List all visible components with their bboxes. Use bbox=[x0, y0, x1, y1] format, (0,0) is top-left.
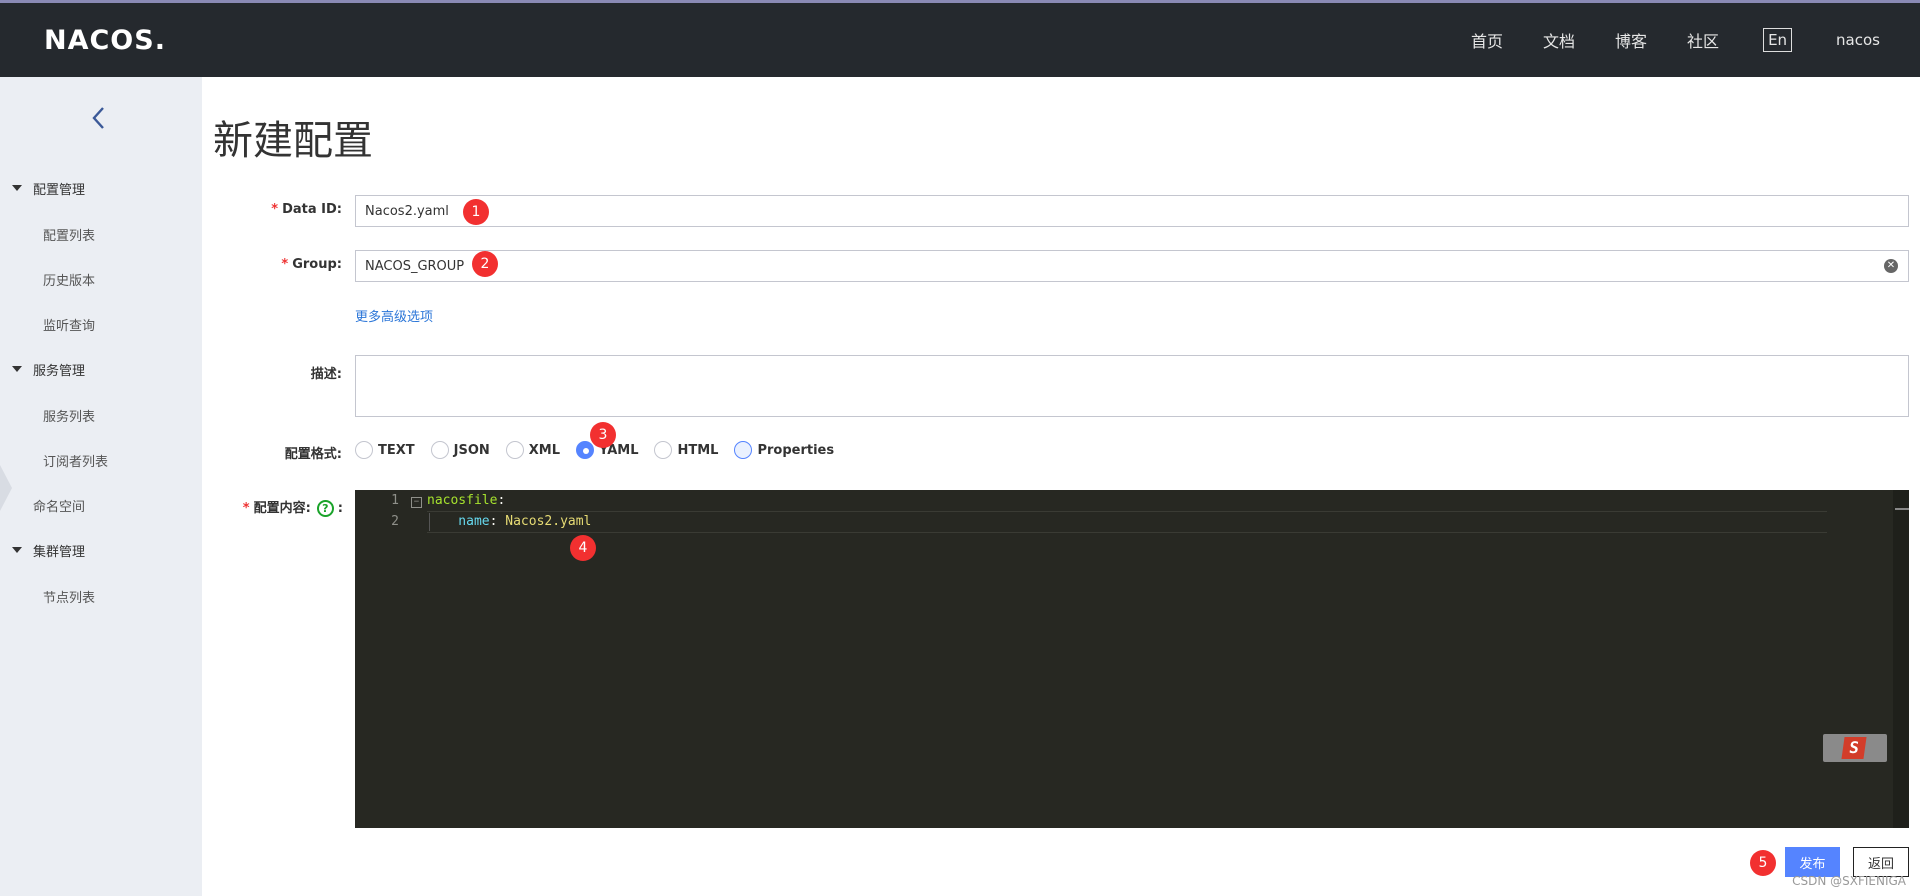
format-radio-json[interactable]: JSON bbox=[430, 441, 490, 459]
help-icon[interactable]: ? bbox=[316, 500, 334, 517]
radio-label: HTML bbox=[677, 442, 719, 458]
content-label: * 配置内容:?: bbox=[243, 497, 343, 517]
sidebar-group-label: 配置管理 bbox=[33, 182, 86, 198]
sidebar-group-label: 集群管理 bbox=[33, 544, 86, 560]
code-line-2: name: Nacos2.yaml bbox=[427, 514, 591, 529]
collapse-sidebar-icon[interactable] bbox=[86, 105, 112, 131]
back-button[interactable]: 返回 bbox=[1853, 847, 1909, 877]
sidebar-item-node-list[interactable]: 节点列表 bbox=[43, 587, 95, 606]
line-number: 1 bbox=[391, 493, 399, 508]
data-id-label: * Data ID: bbox=[271, 202, 342, 217]
radio-circle-checked bbox=[576, 441, 595, 459]
caret-down-icon bbox=[12, 547, 22, 553]
group-input[interactable]: NACOS_GROUP ✕ bbox=[355, 250, 1909, 282]
nav-community[interactable]: 社区 bbox=[1687, 28, 1719, 52]
annotation-marker-4: 4 bbox=[570, 535, 596, 561]
sidebar-item-listener-query[interactable]: 监听查询 bbox=[43, 315, 95, 334]
annotation-marker-5: 5 bbox=[1750, 850, 1776, 876]
top-navbar: NACOS. 首页 文档 博客 社区 En nacos bbox=[0, 0, 1920, 77]
format-radio-html[interactable]: HTML bbox=[654, 441, 718, 459]
nav-home[interactable]: 首页 bbox=[1471, 28, 1503, 52]
content-label-colon: : bbox=[337, 501, 343, 516]
ime-toolbar-icon[interactable]: S bbox=[1823, 734, 1887, 762]
line-number: 2 bbox=[391, 514, 399, 529]
radio-label: TEXT bbox=[378, 442, 415, 458]
caret-down-icon bbox=[12, 185, 22, 191]
fold-toggle-icon[interactable]: − bbox=[411, 497, 422, 508]
advanced-options-link[interactable]: 更多高级选项 bbox=[355, 306, 433, 325]
description-label: 描述: bbox=[310, 367, 342, 382]
data-id-label-text: Data ID: bbox=[282, 202, 342, 217]
required-mark: * bbox=[242, 501, 250, 516]
sidebar-item-config-list[interactable]: 配置列表 bbox=[43, 225, 95, 244]
group-value: NACOS_GROUP bbox=[365, 258, 465, 274]
sidebar-group-service[interactable]: 服务管理 bbox=[0, 354, 202, 384]
data-id-input[interactable]: Nacos2.yaml bbox=[355, 195, 1909, 227]
nav-docs[interactable]: 文档 bbox=[1543, 28, 1575, 52]
sidebar-item-subscriber-list[interactable]: 订阅者列表 bbox=[43, 451, 108, 470]
yaml-key: name bbox=[427, 514, 490, 529]
required-mark: * bbox=[271, 202, 279, 217]
sidebar-group-cluster[interactable]: 集群管理 bbox=[0, 535, 202, 565]
annotation-marker-2: 2 bbox=[472, 251, 498, 277]
caret-down-icon bbox=[12, 366, 22, 372]
data-id-value: Nacos2.yaml bbox=[365, 203, 449, 219]
group-label: * Group: bbox=[281, 257, 342, 272]
group-label-text: Group: bbox=[292, 257, 342, 272]
format-radio-text[interactable]: TEXT bbox=[355, 441, 415, 459]
radio-label: XML bbox=[528, 442, 561, 458]
sidebar-item-namespace[interactable]: 命名空间 bbox=[33, 496, 85, 515]
code-line-1: nacosfile: bbox=[427, 493, 505, 508]
radio-label: JSON bbox=[453, 442, 490, 458]
publish-button[interactable]: 发布 bbox=[1785, 847, 1840, 877]
radio-circle bbox=[355, 441, 373, 459]
radio-circle bbox=[734, 441, 753, 459]
radio-label: Properties bbox=[757, 442, 835, 458]
content-label-text: 配置内容: bbox=[253, 501, 311, 516]
format-radio-properties[interactable]: Properties bbox=[734, 441, 834, 459]
yaml-value: Nacos2.yaml bbox=[505, 514, 592, 529]
yaml-sep: : bbox=[489, 514, 506, 529]
format-label: 配置格式: bbox=[284, 447, 342, 462]
yaml-sep: : bbox=[497, 493, 506, 508]
radio-circle bbox=[430, 441, 449, 459]
required-mark: * bbox=[281, 257, 289, 272]
clear-icon[interactable]: ✕ bbox=[1884, 259, 1898, 273]
sidebar-item-service-list[interactable]: 服务列表 bbox=[43, 406, 95, 425]
nav-blog[interactable]: 博客 bbox=[1615, 28, 1647, 52]
editor-scrollbar[interactable] bbox=[1893, 490, 1909, 828]
radio-circle bbox=[505, 441, 524, 459]
radio-circle bbox=[654, 441, 673, 459]
sidebar-group-label: 服务管理 bbox=[33, 363, 86, 379]
sidebar-group-config[interactable]: 配置管理 bbox=[0, 173, 202, 203]
sogou-icon: S bbox=[1841, 737, 1867, 759]
user-menu[interactable]: nacos bbox=[1836, 31, 1880, 49]
annotation-marker-1: 1 bbox=[463, 199, 489, 225]
sidebar: 配置管理 配置列表 历史版本 监听查询 服务管理 服务列表 订阅者列表 命名空间… bbox=[0, 77, 202, 896]
nacos-logo[interactable]: NACOS. bbox=[44, 25, 166, 56]
format-radio-xml[interactable]: XML bbox=[505, 441, 561, 459]
sidebar-item-history[interactable]: 历史版本 bbox=[43, 270, 95, 289]
description-textarea[interactable] bbox=[355, 355, 1909, 417]
language-switch-button[interactable]: En bbox=[1763, 28, 1793, 52]
active-line-highlight bbox=[427, 511, 1827, 533]
sidebar-notch bbox=[0, 465, 12, 511]
watermark: CSDN @SXFIENIGA bbox=[1792, 874, 1906, 888]
page-title: 新建配置 bbox=[213, 118, 373, 164]
top-nav: 首页 文档 博客 社区 En nacos bbox=[1431, 3, 1880, 77]
annotation-marker-3: 3 bbox=[590, 422, 616, 448]
yaml-key: nacosfile bbox=[427, 493, 498, 508]
